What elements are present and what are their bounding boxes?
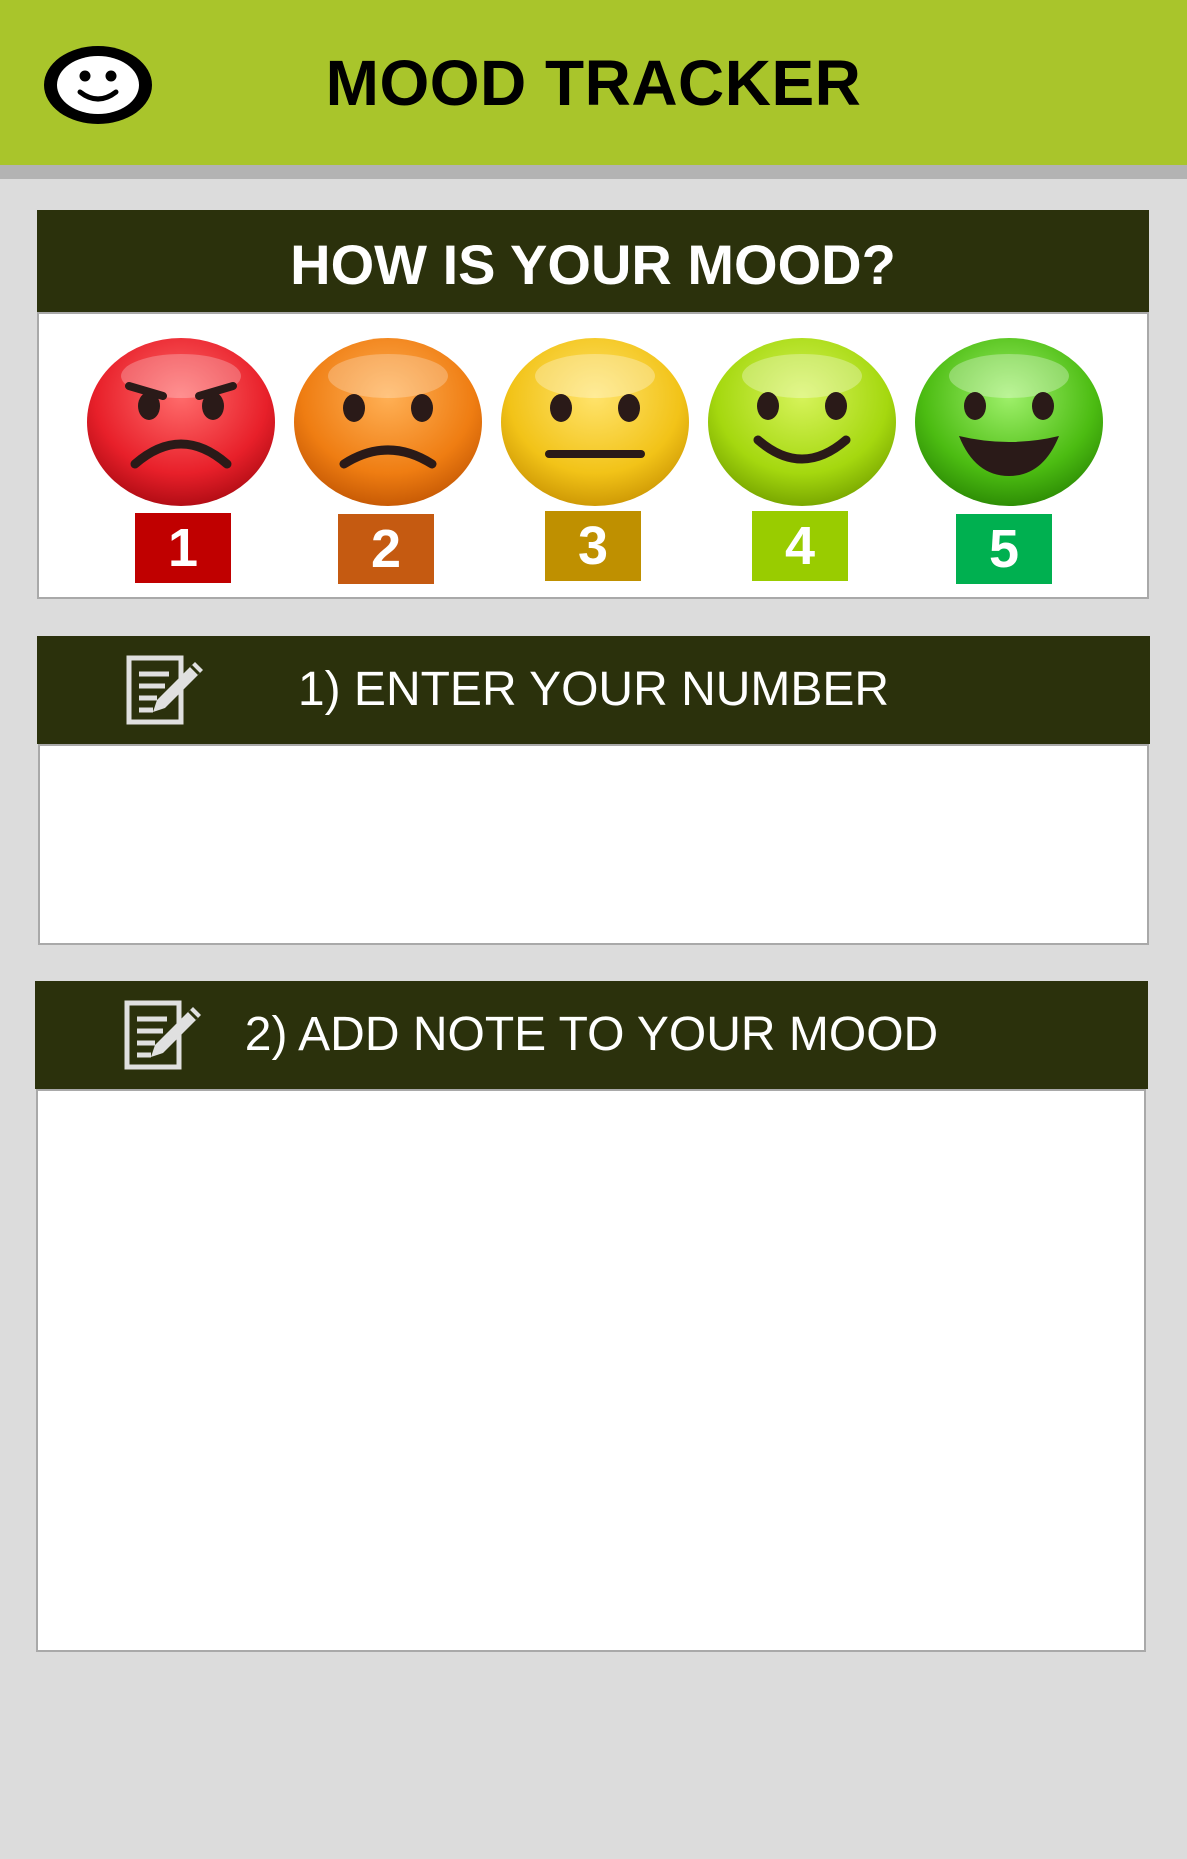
app-bar-shadow: [0, 165, 1187, 179]
mood-level-2-badge[interactable]: 2: [338, 514, 434, 584]
app-bar: MOOD TRACKER: [0, 0, 1187, 165]
mood-level-5-value: 5: [988, 519, 1020, 579]
mood-level-4-badge[interactable]: 4: [752, 511, 848, 581]
step2-title: 2) ADD NOTE TO YOUR MOOD: [244, 1008, 939, 1061]
mood-level-1-badge[interactable]: 1: [135, 513, 231, 583]
mood-level-5-badge[interactable]: 5: [956, 514, 1052, 584]
mood-level-2-value: 2: [370, 519, 402, 579]
mood-level-3-value: 3: [577, 516, 609, 576]
mood-question-title: HOW IS YOUR MOOD?: [290, 233, 896, 296]
step2-header: 2) ADD NOTE TO YOUR MOOD: [35, 981, 1148, 1089]
mood-level-1-value: 1: [167, 518, 199, 578]
mood-scale-panel: 1 2 3 4 5: [37, 312, 1149, 599]
mood-level-3-badge[interactable]: 3: [545, 511, 641, 581]
step1-header: 1) ENTER YOUR NUMBER: [37, 636, 1150, 744]
angry-face-icon[interactable]: [85, 336, 277, 508]
mood-note-textarea[interactable]: [36, 1089, 1146, 1652]
grinning-face-icon[interactable]: [913, 336, 1105, 508]
neutral-face-icon[interactable]: [499, 336, 691, 508]
sad-face-icon[interactable]: [292, 336, 484, 508]
mood-number-input[interactable]: [38, 744, 1149, 945]
smiling-face-icon[interactable]: [706, 336, 898, 508]
mood-question-header: HOW IS YOUR MOOD?: [37, 210, 1149, 312]
app-title: MOOD TRACKER: [325, 47, 862, 119]
step1-title: 1) ENTER YOUR NUMBER: [297, 663, 890, 716]
mood-level-4-value: 4: [784, 516, 816, 576]
